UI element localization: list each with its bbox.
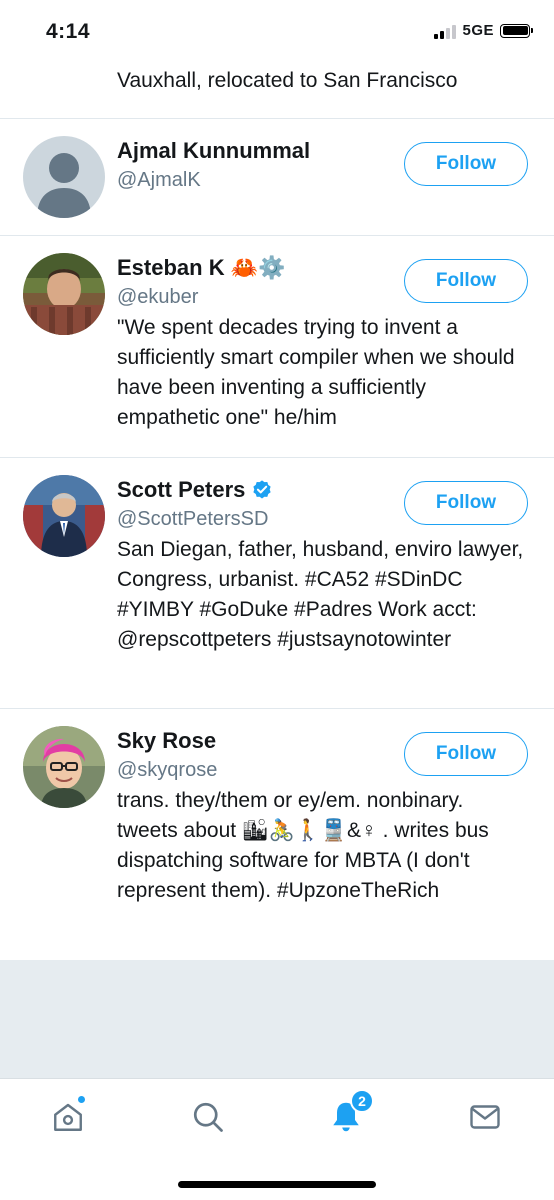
screen: 4:14 5GE Vauxhall, relocated to San Fran… [0,0,554,1200]
follow-button[interactable]: Follow [404,732,528,776]
home-indicator[interactable] [178,1181,376,1188]
status-bar: 4:14 5GE [0,0,554,66]
follow-button[interactable]: Follow [404,481,528,525]
avatar-photo [23,253,105,335]
follow-button[interactable]: Follow [404,142,528,186]
battery-icon [500,23,533,38]
messages-icon [470,1105,500,1129]
tab-notifications[interactable]: 2 [326,1089,374,1137]
new-content-dot [77,1095,86,1104]
network-type: 5GE [462,22,494,39]
avatar-photo [23,475,105,557]
list-footer-area [0,960,554,1078]
list-item-user[interactable]: Scott Peters @ScottPetersSD San Diegan, … [0,458,554,709]
status-time: 4:14 [46,20,91,43]
user-bio: San Diegan, father, husband, enviro lawy… [117,538,524,651]
user-bio: Vauxhall, relocated to San Francisco [117,69,458,92]
signal-icon [434,23,457,39]
list-item-partial[interactable]: Vauxhall, relocated to San Francisco [0,66,554,119]
avatar-photo [23,726,105,808]
avatar[interactable] [23,475,105,557]
home-icon [54,1103,82,1131]
user-bio: trans. they/them or ey/em. nonbinary. tw… [117,789,489,902]
follow-button[interactable]: Follow [404,259,528,303]
tab-messages[interactable] [465,1097,505,1137]
list-item-user[interactable]: Ajmal Kunnummal @AjmalK Follow [0,119,554,236]
avatar[interactable] [23,726,105,808]
notifications-badge: 2 [350,1089,374,1113]
avatar[interactable] [23,136,105,218]
avatar[interactable] [23,253,105,335]
status-indicators: 5GE [434,22,533,39]
list-item-user[interactable]: Esteban K 🦀⚙️ @ekuber "We spent decades … [0,236,554,458]
who-to-follow-list[interactable]: Vauxhall, relocated to San Francisco Ajm… [0,66,554,960]
verified-badge-icon [251,479,273,501]
tab-home[interactable] [48,1095,88,1137]
list-item-user[interactable]: Sky Rose @skyqrose trans. they/them or e… [0,709,554,960]
tab-search[interactable] [188,1097,228,1137]
user-bio: "We spent decades trying to invent a suf… [117,316,515,429]
search-icon [193,1102,223,1132]
user-name-text: Scott Peters [117,477,246,502]
tab-bar: 2 [0,1078,554,1200]
default-avatar-icon [23,136,105,218]
